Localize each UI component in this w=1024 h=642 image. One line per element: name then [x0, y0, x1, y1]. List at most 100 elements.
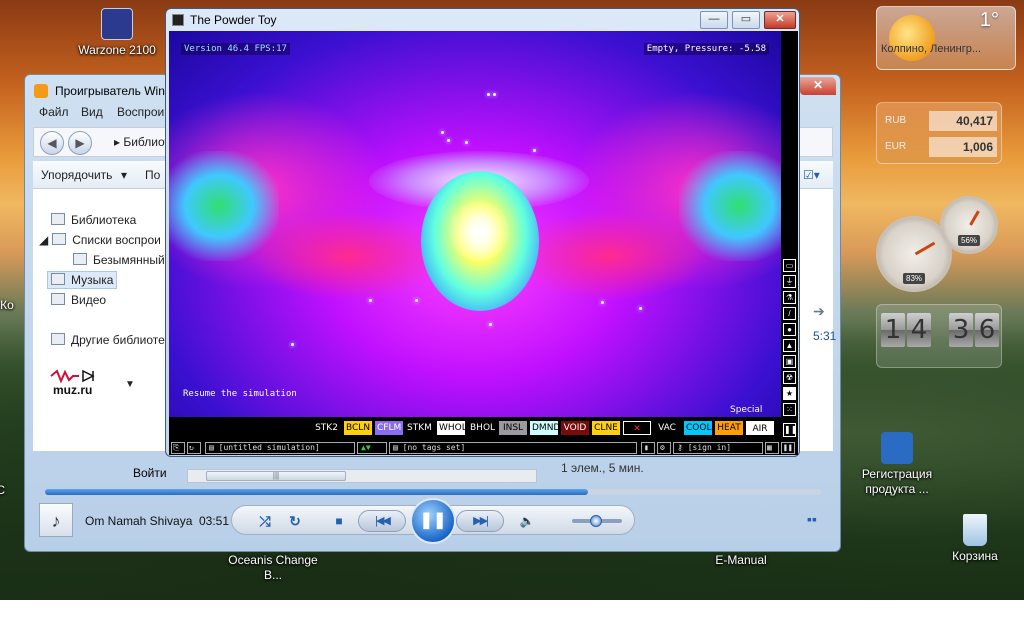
element-button[interactable]: BCLN	[344, 421, 372, 435]
sim-particle	[489, 323, 492, 326]
tree-item-other-libraries[interactable]: Другие библиоте	[51, 333, 165, 347]
element-button[interactable]: HEAT	[715, 421, 743, 435]
category-sensors-icon[interactable]: /	[783, 307, 796, 320]
album-art-icon[interactable]: ♪	[39, 503, 73, 537]
desktop-icon-warzone[interactable]: Warzone 2100	[62, 8, 172, 58]
previous-button[interactable]: |◀◀	[358, 510, 406, 532]
clock-digit: 4	[907, 313, 931, 347]
element-button[interactable]: WHOL	[437, 421, 467, 435]
maximize-button[interactable]: ▭	[732, 11, 760, 29]
sign-in-button[interactable]: ⚷ [sign in]	[673, 442, 763, 454]
desktop-icon-registration[interactable]: Регистрация продукта ...	[842, 432, 952, 497]
menu-play[interactable]: Воспрои	[117, 105, 164, 119]
currency-gadget[interactable]: RUB 40,417 EUR 1,006	[876, 102, 1002, 164]
tree-item-untitled[interactable]: Безымянный	[73, 253, 165, 267]
reload-icon[interactable]: ↻	[187, 442, 201, 454]
clock-digit: 6	[975, 313, 999, 347]
tree-item-music[interactable]: Музыка	[47, 271, 118, 289]
scrollbar-thumb[interactable]: |||	[206, 471, 346, 481]
category-special-icon[interactable]: ★	[783, 387, 796, 400]
eraser-button[interactable]: ✕	[623, 421, 651, 435]
category-walls-icon[interactable]: ▭	[783, 259, 796, 272]
element-button[interactable]: VOID	[561, 421, 589, 435]
muzru-wave-icon	[50, 369, 95, 383]
volume-slider[interactable]	[572, 515, 622, 527]
vote-icon[interactable]: ▲▼	[357, 442, 387, 454]
category-powders-icon[interactable]: ▲	[783, 339, 796, 352]
switch-to-now-playing-icon[interactable]: ▪▪	[807, 511, 825, 529]
category-powered-icon[interactable]: ⚗	[783, 291, 796, 304]
horizontal-scrollbar[interactable]: |||	[187, 469, 537, 483]
tree-item-library[interactable]: Библиотека	[51, 213, 136, 227]
category-electronics-icon[interactable]: ⏚	[783, 275, 796, 288]
category-liquids-icon[interactable]: ●	[783, 323, 796, 336]
desktop-icon-oceanis[interactable]: Oceanis Change B...	[218, 553, 328, 583]
open-icon[interactable]: ⎘	[171, 442, 185, 454]
elapsed-time: 03:51	[199, 514, 230, 528]
element-button[interactable]: INSL	[499, 421, 527, 435]
bottom-strip	[0, 600, 1024, 642]
category-more-icon[interactable]: ⁙	[783, 403, 796, 416]
desktop-icon-label: Warzone 2100	[78, 43, 156, 57]
simulation-name[interactable]: ▤ [untitled simulation]	[205, 442, 355, 454]
minimize-button[interactable]: —	[700, 11, 728, 29]
element-button[interactable]: VAC	[654, 421, 680, 435]
arrow-right-icon[interactable]: ➔	[813, 303, 825, 320]
options-icon[interactable]: ⚙	[657, 442, 671, 454]
desktop-icon-partial-2[interactable]: С П	[0, 468, 24, 528]
next-button[interactable]: ▶▶|	[456, 510, 504, 532]
stop-icon[interactable]: ■	[328, 510, 350, 532]
checkbox-icon[interactable]: ☑▾	[803, 168, 820, 182]
back-button[interactable]: ◀	[40, 131, 64, 155]
menu-view[interactable]: Вид	[81, 105, 103, 119]
element-button[interactable]: DMND	[530, 421, 560, 435]
stream-button[interactable]: По	[145, 168, 160, 182]
simulation-canvas[interactable]: Version 46.4 FPS:17 Empty, Pressure: -5.…	[169, 31, 781, 417]
muzru-logo[interactable]: muz.ru	[49, 369, 109, 399]
desktop-icon-label: Корзина	[952, 549, 998, 563]
element-button[interactable]: CFLM	[375, 421, 403, 435]
chevron-down-icon: ◢	[39, 233, 49, 247]
cpu-meter-gadget[interactable]: 83% 56%	[876, 196, 1002, 292]
clear-icon[interactable]: ▮	[641, 442, 655, 454]
tree-item-video[interactable]: Видео	[51, 293, 106, 307]
category-radioactive-icon[interactable]: ☢	[783, 371, 796, 384]
pause-icon[interactable]: ❚❚	[781, 442, 795, 454]
playlist-icon	[73, 253, 87, 265]
seek-bar[interactable]	[45, 489, 821, 495]
element-button[interactable]: CLNE	[592, 421, 620, 435]
organize-button[interactable]: Упорядочить	[41, 168, 112, 182]
tags-field[interactable]: ▤ [no tags set]	[389, 442, 637, 454]
desktop-icon-emanual[interactable]: E-Manual	[686, 553, 796, 568]
desktop-icon-recycle-bin[interactable]: Корзина	[920, 514, 1024, 564]
weather-city: Колпино, Ленингр...	[881, 43, 982, 55]
close-button[interactable]: ✕	[800, 77, 836, 95]
element-button[interactable]: STK2	[312, 421, 341, 435]
shuffle-icon[interactable]: ⤮	[254, 510, 276, 532]
powder-toy-window[interactable]: The Powder Toy — ▭ ✕ Version 46.4 FPS:17…	[165, 8, 800, 457]
category-solids-icon[interactable]: ▣	[783, 355, 796, 368]
close-button[interactable]: ✕	[764, 11, 796, 29]
pause-icon[interactable]: ❚❚	[783, 423, 797, 437]
desktop-icon-label: E-Manual	[715, 553, 767, 567]
element-button[interactable]: STKM	[405, 421, 434, 435]
breadcrumb[interactable]: ▸ Библиот	[114, 135, 170, 149]
repeat-icon[interactable]: ↻	[284, 510, 306, 532]
sim-particle	[369, 299, 372, 302]
element-button[interactable]: BHOL	[468, 421, 496, 435]
pause-button[interactable]: ❚❚	[410, 498, 456, 544]
element-button[interactable]: COOL	[684, 421, 712, 435]
music-note-icon	[51, 273, 65, 285]
login-link[interactable]: Войти	[133, 466, 167, 480]
forward-button[interactable]: ▶	[68, 131, 92, 155]
chevron-down-icon[interactable]: ▼	[125, 379, 135, 390]
menu-file[interactable]: Файл	[39, 105, 69, 119]
weather-temperature: 1°	[979, 9, 999, 31]
element-button[interactable]: AIR	[746, 421, 774, 435]
flip-clock-gadget[interactable]: 1 4 3 6	[876, 304, 1002, 368]
volume-knob[interactable]	[590, 515, 602, 527]
weather-gadget[interactable]: 1° Колпино, Ленингр...	[876, 6, 1016, 70]
display-mode-icon[interactable]: ▦	[765, 442, 779, 454]
volume-icon[interactable]: 🔈	[516, 510, 538, 532]
tree-item-playlists[interactable]: ◢ Списки воспрои	[39, 233, 161, 247]
